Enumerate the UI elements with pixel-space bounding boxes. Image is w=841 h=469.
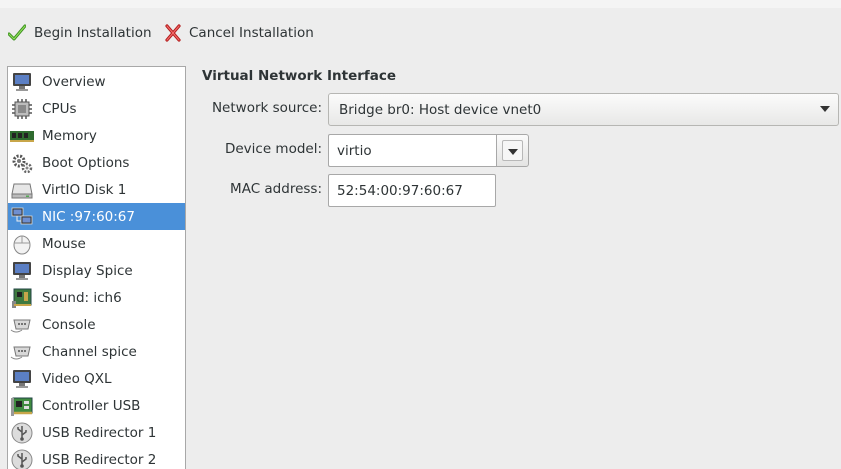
- device-model-input[interactable]: virtio: [328, 134, 497, 167]
- sidebar-item-sound[interactable]: Sound: ich6: [8, 284, 185, 311]
- serial-icon: [10, 341, 34, 363]
- sidebar-item-channel-spice[interactable]: Channel spice: [8, 338, 185, 365]
- section-title: Virtual Network Interface: [202, 68, 397, 84]
- sidebar-item-overview[interactable]: Overview: [8, 68, 185, 95]
- sidebar-item-label: Mouse: [42, 235, 86, 252]
- device-model-dropdown-button[interactable]: [496, 134, 529, 167]
- cpu-icon: [10, 98, 34, 120]
- sidebar-item-label: Overview: [42, 73, 106, 90]
- memory-icon: [10, 125, 34, 147]
- checkmark-icon: [8, 24, 26, 41]
- network-source-label: Network source:: [211, 100, 322, 116]
- network-source-value: Bridge br0: Host device vnet0: [339, 101, 542, 118]
- sidebar-item-usb-redirector-2[interactable]: USB Redirector 2: [8, 446, 185, 469]
- gears-icon: [10, 152, 34, 174]
- device-model-value: virtio: [337, 142, 372, 159]
- sidebar-item-display-spice[interactable]: Display Spice: [8, 257, 185, 284]
- window-top-strip: [0, 0, 841, 8]
- begin-installation-label: Begin Installation: [34, 25, 152, 41]
- begin-installation-button[interactable]: Begin Installation: [8, 22, 152, 44]
- network-source-dropdown[interactable]: Bridge br0: Host device vnet0: [328, 93, 839, 126]
- mouse-icon: [10, 233, 34, 255]
- cancel-x-icon: [165, 24, 181, 42]
- sidebar-item-label: Memory: [42, 127, 97, 144]
- dropdown-arrow-icon: [502, 140, 523, 161]
- sidebar-item-label: USB Redirector 2: [42, 451, 157, 468]
- sidebar-item-label: Video QXL: [42, 370, 112, 387]
- mac-address-value: 52:54:00:97:60:67: [337, 182, 463, 199]
- sidebar-item-usb-redirector-1[interactable]: USB Redirector 1: [8, 419, 185, 446]
- usb-icon: [10, 422, 34, 444]
- sidebar-item-label: USB Redirector 1: [42, 424, 157, 441]
- sidebar-item-label: Boot Options: [42, 154, 130, 171]
- sidebar-item-virtio-disk-1[interactable]: VirtIO Disk 1: [8, 176, 185, 203]
- mac-address-input[interactable]: 52:54:00:97:60:67: [328, 174, 496, 207]
- sound-card-icon: [10, 287, 34, 309]
- sidebar-item-boot-options[interactable]: Boot Options: [8, 149, 185, 176]
- sidebar-item-memory[interactable]: Memory: [8, 122, 185, 149]
- sidebar-item-mouse[interactable]: Mouse: [8, 230, 185, 257]
- usb-icon: [10, 449, 34, 469]
- sidebar-item-label: CPUs: [42, 100, 77, 117]
- network-icon: [10, 206, 34, 228]
- sidebar-item-label: VirtIO Disk 1: [42, 181, 127, 198]
- sidebar-item-label: Channel spice: [42, 343, 137, 360]
- sidebar-item-console[interactable]: Console: [8, 311, 185, 338]
- sidebar-item-label: Sound: ich6: [42, 289, 122, 306]
- display-icon: [10, 368, 34, 390]
- display-icon: [10, 260, 34, 282]
- sidebar-item-label: Display Spice: [42, 262, 133, 279]
- hardware-list[interactable]: Overview CPUs Memory Boot Options VirtIO…: [7, 66, 186, 469]
- mac-address-label: MAC address:: [230, 181, 322, 197]
- sidebar-item-label: NIC :97:60:67: [42, 208, 135, 225]
- controller-icon: [10, 395, 34, 417]
- sidebar-item-controller-usb[interactable]: Controller USB: [8, 392, 185, 419]
- sidebar-item-video-qxl[interactable]: Video QXL: [8, 365, 185, 392]
- cancel-installation-button[interactable]: Cancel Installation: [165, 22, 314, 44]
- sidebar-item-nic[interactable]: NIC :97:60:67: [8, 203, 185, 230]
- sidebar-item-cpus[interactable]: CPUs: [8, 95, 185, 122]
- disk-icon: [10, 179, 34, 201]
- dropdown-arrow-icon: [820, 106, 830, 112]
- cancel-installation-label: Cancel Installation: [189, 25, 314, 41]
- serial-icon: [10, 314, 34, 336]
- sidebar-item-label: Console: [42, 316, 96, 333]
- toolbar: Begin Installation Cancel Installation: [0, 8, 841, 60]
- sidebar-item-label: Controller USB: [42, 397, 141, 414]
- monitor-icon: [10, 71, 34, 93]
- device-model-label: Device model:: [224, 141, 322, 157]
